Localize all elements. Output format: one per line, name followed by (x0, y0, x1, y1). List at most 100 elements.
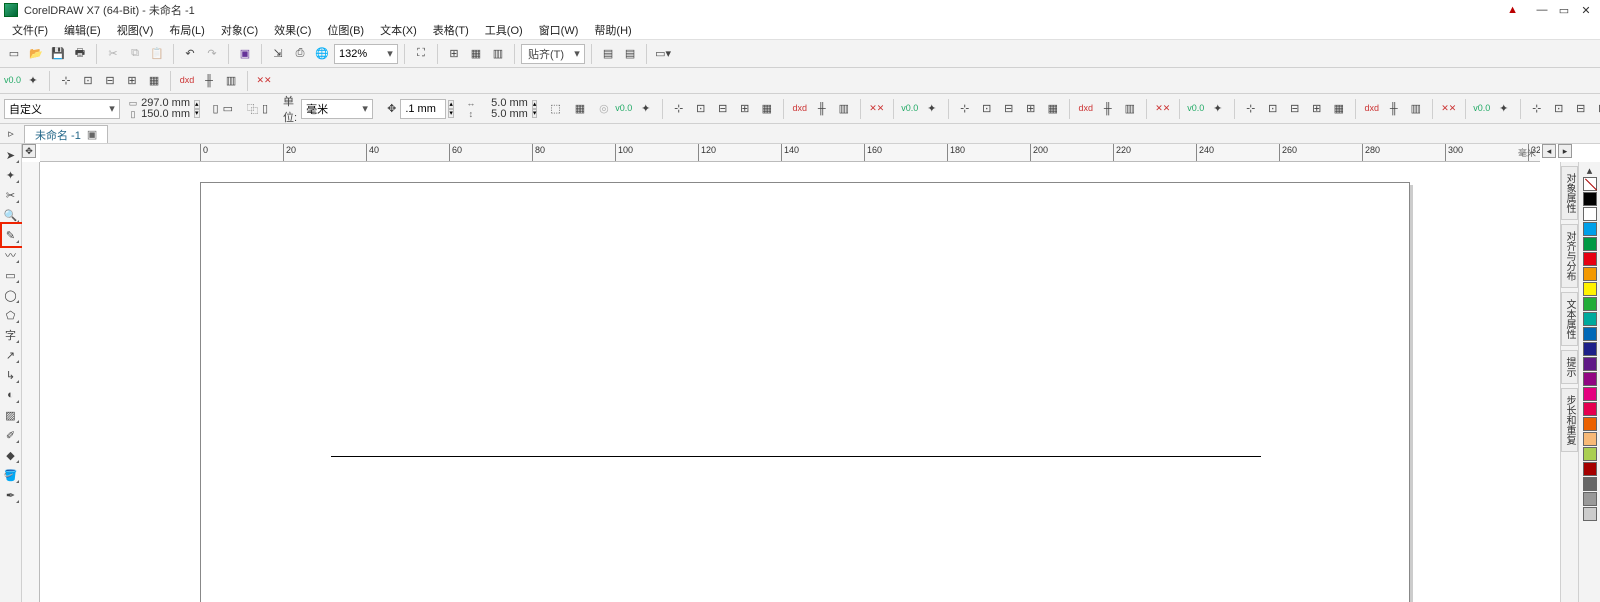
crop-tool[interactable]: ✂ (2, 186, 20, 204)
macro-repeat-btn[interactable]: ⊞ (1307, 99, 1327, 119)
dup-y-value[interactable]: 5.0 mm (478, 109, 530, 120)
macro-btn-3[interactable]: ⊟ (100, 71, 120, 91)
macro-repeat-btn[interactable]: ⊹ (669, 99, 689, 119)
menu-item[interactable]: 视图(V) (109, 20, 162, 40)
macro-btn-9[interactable]: ✕✕ (254, 71, 274, 91)
macro-repeat-btn[interactable]: ▦ (1329, 99, 1349, 119)
color-swatch[interactable] (1583, 417, 1597, 431)
docker-tab[interactable]: 步长和重复 (1561, 388, 1578, 452)
color-swatch[interactable] (1583, 372, 1597, 386)
macro-repeat-btn[interactable]: ╫ (812, 99, 832, 119)
dup-x-value[interactable]: 5.0 mm (478, 98, 530, 109)
macro-btn-4[interactable]: ⊞ (122, 71, 142, 91)
macro-repeat-btn[interactable]: ▥ (1406, 99, 1426, 119)
macro-repeat-btn[interactable]: ⊡ (691, 99, 711, 119)
macro-repeat-btn[interactable]: ✦ (636, 99, 656, 119)
macro-repeat-btn[interactable]: ⊡ (977, 99, 997, 119)
macro-repeat-btn[interactable]: ✕✕ (867, 99, 887, 119)
fullscreen-button[interactable]: ⛶ (411, 44, 431, 64)
publish-web-button[interactable]: 🌐 (312, 44, 332, 64)
connector-tool[interactable]: ↳ (2, 366, 20, 384)
publish-pdf-button[interactable]: ⎙ (290, 44, 310, 64)
docker-tab[interactable]: 对象属性 (1561, 166, 1578, 220)
macro-repeat-btn[interactable]: ⊞ (735, 99, 755, 119)
macro-btn-1[interactable]: ⊹ (56, 71, 76, 91)
macro-repeat-btn[interactable]: ⊟ (713, 99, 733, 119)
no-fill-swatch[interactable] (1583, 177, 1597, 191)
unit-input[interactable] (302, 103, 358, 115)
zoom-input[interactable] (335, 48, 383, 60)
menu-item[interactable]: 位图(B) (319, 20, 372, 40)
macro-btn-2[interactable]: ⊡ (78, 71, 98, 91)
macro-repeat-btn[interactable]: ✦ (1494, 99, 1514, 119)
macro-repeat-btn[interactable]: ╫ (1384, 99, 1404, 119)
current-page-button[interactable]: ▯ (261, 99, 269, 119)
macro-repeat-btn[interactable]: dxd (1076, 99, 1096, 119)
edit-pattern-button[interactable]: ▦ (574, 99, 586, 119)
horizontal-ruler[interactable]: 0204060801001201401601802002202402602803… (40, 144, 1540, 162)
palette-up-icon[interactable]: ▴ (1580, 164, 1600, 176)
minimize-button[interactable]: — (1532, 2, 1552, 18)
launcher-button[interactable]: ▤ (620, 44, 640, 64)
drop-shadow-tool[interactable]: ◐ (2, 386, 20, 404)
color-swatch[interactable] (1583, 462, 1597, 476)
macro-repeat-btn[interactable]: v0.0 (614, 99, 634, 119)
shape-tool[interactable]: ✦ (2, 166, 20, 184)
all-pages-button[interactable]: ⿻ (246, 99, 259, 119)
color-swatch[interactable] (1583, 192, 1597, 206)
macro-repeat-btn[interactable]: ✕✕ (1153, 99, 1173, 119)
parallel-dim-tool[interactable]: ↗ (2, 346, 20, 364)
nudge-input[interactable] (401, 103, 445, 115)
dup-spinner[interactable]: ▴▾ (532, 100, 538, 118)
color-swatch[interactable] (1583, 297, 1597, 311)
canvas[interactable] (40, 162, 1560, 602)
macro-btn-8[interactable]: ▥ (221, 71, 241, 91)
menu-item[interactable]: 窗口(W) (531, 20, 587, 40)
macro-repeat-btn[interactable]: ✕✕ (1439, 99, 1459, 119)
zoom-tool[interactable]: 🔍 (2, 206, 20, 224)
import-button[interactable]: ▣ (235, 44, 255, 64)
unit-combo[interactable]: ▾ (301, 99, 373, 119)
macro-repeat-btn[interactable]: ⊟ (999, 99, 1019, 119)
menu-item[interactable]: 表格(T) (425, 20, 477, 40)
color-swatch[interactable] (1583, 492, 1597, 506)
ruler-origin-icon[interactable]: ✥ (22, 144, 36, 158)
docker-tab[interactable]: 文本属性 (1561, 292, 1578, 346)
color-swatch[interactable] (1583, 342, 1597, 356)
macro-repeat-btn[interactable]: ✦ (922, 99, 942, 119)
snap-guides-button[interactable]: ⊞ (444, 44, 464, 64)
docker-tab[interactable]: 提示 (1561, 350, 1578, 384)
macro-repeat-btn[interactable]: ▥ (1120, 99, 1140, 119)
macro-repeat-btn[interactable]: v0.0 (1472, 99, 1492, 119)
portrait-button[interactable]: ▯ (212, 99, 220, 119)
close-button[interactable]: ✕ (1576, 2, 1596, 18)
copy-button[interactable]: ⧉ (125, 44, 145, 64)
color-swatch[interactable] (1583, 402, 1597, 416)
docker-tab[interactable]: 对齐与分布 (1561, 224, 1578, 288)
macro-repeat-btn[interactable]: v0.0 (1186, 99, 1206, 119)
export-button[interactable]: ⇲ (268, 44, 288, 64)
macro-icon[interactable]: ✦ (23, 71, 43, 91)
chevron-down-icon[interactable]: ▾ (358, 102, 372, 115)
outline-pen-tool[interactable]: ✒ (2, 486, 20, 504)
ellipse-tool[interactable]: ◯ (2, 286, 20, 304)
smart-fill-tool[interactable]: 🪣 (2, 466, 20, 484)
macro-btn-7[interactable]: ╫ (199, 71, 219, 91)
menu-item[interactable]: 工具(O) (477, 20, 531, 40)
redo-button[interactable]: ↷ (202, 44, 222, 64)
menu-item[interactable]: 对象(C) (213, 20, 266, 40)
nudge-combo[interactable] (400, 99, 446, 119)
macro-repeat-btn[interactable]: ⊞ (1593, 99, 1600, 119)
color-eyedropper-tool[interactable]: ✐ (2, 426, 20, 444)
vertical-ruler[interactable] (22, 162, 40, 602)
page-preset-input[interactable] (5, 103, 105, 115)
maximize-button[interactable]: ▭ (1554, 2, 1574, 18)
save-button[interactable]: 💾 (48, 44, 68, 64)
macro-repeat-btn[interactable]: ⊟ (1285, 99, 1305, 119)
nudge-spinner[interactable]: ▴▾ (448, 100, 454, 118)
snap-grid-button[interactable]: ▦ (466, 44, 486, 64)
menu-item[interactable]: 效果(C) (266, 20, 319, 40)
macro-repeat-btn[interactable]: ⊟ (1571, 99, 1591, 119)
macro-repeat-btn[interactable]: ▥ (834, 99, 854, 119)
chevron-down-icon[interactable]: ▾ (570, 47, 584, 60)
